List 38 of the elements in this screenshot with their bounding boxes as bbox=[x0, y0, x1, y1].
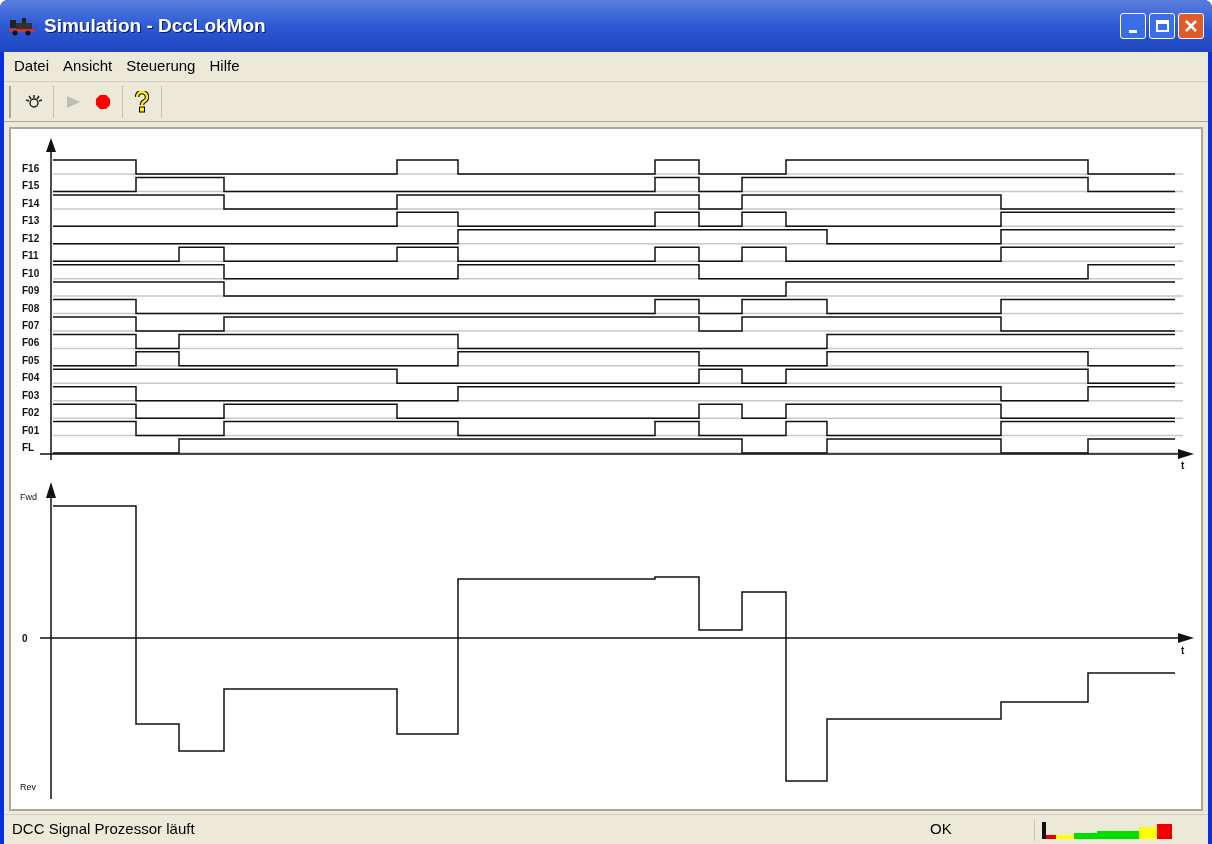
menu-item[interactable]: Ansicht bbox=[56, 55, 120, 78]
channel-label: F16 bbox=[22, 163, 40, 174]
forward-label: Fwd bbox=[20, 492, 37, 502]
time-axis-label: t bbox=[1181, 645, 1185, 656]
channel-label: F06 bbox=[22, 337, 40, 349]
menu-item[interactable]: Steuerung bbox=[119, 55, 203, 78]
channel-label: F04 bbox=[22, 372, 40, 384]
maximize-button[interactable] bbox=[1149, 13, 1175, 39]
play-icon bbox=[64, 93, 82, 110]
locomotive-icon bbox=[8, 16, 36, 36]
channel-label: F02 bbox=[22, 407, 40, 419]
channel-label: F05 bbox=[22, 354, 40, 366]
zero-label: 0 bbox=[22, 633, 28, 644]
menu-item[interactable]: Hilfe bbox=[202, 55, 247, 78]
channel-label: F01 bbox=[22, 424, 40, 436]
channel-label: F13 bbox=[22, 215, 40, 227]
gear-icon bbox=[24, 93, 44, 110]
channel-label: F07 bbox=[22, 319, 40, 331]
menu-item[interactable]: Datei bbox=[7, 55, 57, 78]
channel-label: F09 bbox=[22, 285, 40, 297]
window-title: Simulation - DccLokMon bbox=[44, 13, 266, 38]
status-message: DCC Signal Prozessor läuft bbox=[11, 819, 196, 840]
channel-label: F12 bbox=[22, 232, 40, 244]
channel-label: F14 bbox=[22, 197, 40, 209]
close-icon bbox=[1184, 19, 1198, 33]
channel-label: FL bbox=[22, 442, 35, 454]
channel-label: F15 bbox=[22, 180, 40, 192]
stop-icon bbox=[95, 93, 111, 110]
question-mark-icon bbox=[135, 90, 149, 113]
close-button[interactable] bbox=[1178, 13, 1204, 39]
time-axis-label: t bbox=[1181, 460, 1185, 471]
channel-label: F11 bbox=[22, 250, 39, 262]
reverse-label: Rev bbox=[20, 782, 36, 792]
channel-label: F03 bbox=[22, 389, 40, 401]
status-state: OK bbox=[929, 819, 953, 840]
minimize-button[interactable] bbox=[1120, 13, 1146, 39]
channel-label: F10 bbox=[22, 267, 40, 279]
channel-label: F08 bbox=[22, 302, 40, 314]
